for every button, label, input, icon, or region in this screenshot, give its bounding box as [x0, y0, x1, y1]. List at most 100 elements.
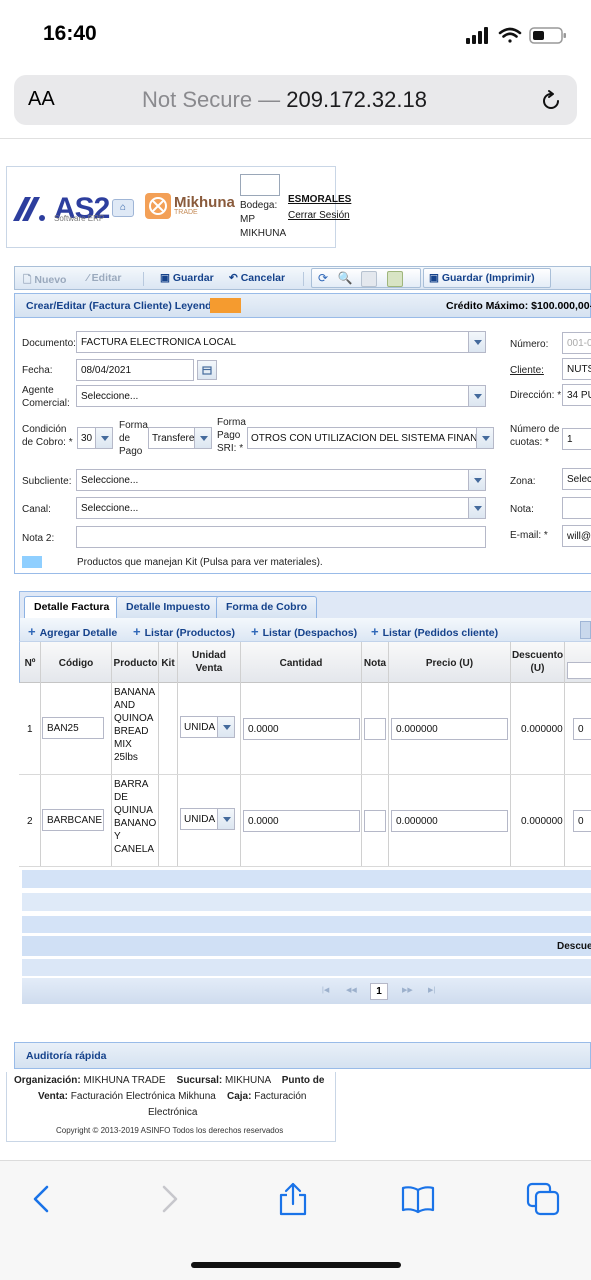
precio-input[interactable]: 0.000000 — [391, 810, 508, 832]
condicion-dropdown-icon[interactable] — [96, 427, 113, 449]
documento-select[interactable]: FACTURA ELECTRONICA LOCAL — [76, 331, 469, 353]
guardar-button[interactable]: ▣ Guardar — [160, 272, 214, 284]
nota-cell-input[interactable] — [364, 810, 386, 832]
bookmarks-icon[interactable] — [401, 1182, 435, 1216]
agente-dropdown-icon[interactable] — [469, 385, 486, 407]
zona-select[interactable]: Selec — [562, 468, 591, 490]
cantidad-input[interactable]: 0.0000 — [243, 810, 360, 832]
divider — [158, 642, 159, 866]
producto-line: BANANA — [114, 687, 156, 698]
nota2-input[interactable] — [76, 526, 486, 548]
reader-settings-button[interactable]: AA — [28, 88, 55, 111]
reload-icon[interactable] — [538, 88, 564, 114]
fecha-label: Fecha: — [22, 365, 53, 376]
credit-limit: Crédito Máximo: $100.000,00- C — [446, 300, 591, 312]
col-n: Nº — [24, 658, 36, 669]
tab-detalle-factura[interactable]: Detalle Factura — [24, 596, 120, 619]
tab-detalle-impuesto[interactable]: Detalle Impuesto — [116, 596, 221, 618]
nuevo-button[interactable]: 🗋 Nuevo — [23, 272, 66, 290]
summary-row — [22, 870, 591, 888]
forward-icon[interactable] — [151, 1182, 185, 1216]
divider — [0, 138, 591, 139]
col-precio: Precio (U) — [425, 658, 474, 669]
nota-cell-input[interactable] — [364, 718, 386, 740]
as2-logo-icon — [13, 197, 45, 221]
editar-button[interactable]: ⁄ Editar — [87, 272, 121, 284]
listar-pedidos-button[interactable]: + Listar (Pedidos cliente) — [371, 624, 498, 639]
forma-sri-dropdown-icon[interactable] — [477, 427, 494, 449]
home-button[interactable]: ⌂ — [112, 199, 134, 217]
caja-value-2: Electrónica — [148, 1107, 198, 1118]
condicion-select[interactable]: 30 — [77, 427, 96, 449]
wifi-icon — [498, 27, 522, 43]
share-icon[interactable] — [276, 1182, 310, 1216]
extra-input[interactable]: 0 — [573, 810, 591, 832]
descuento-cell: 0.000000 — [521, 724, 563, 735]
page-number-input[interactable]: 1 — [370, 983, 388, 1000]
cuotas-label-1: Número de — [510, 424, 560, 435]
first-page-icon[interactable]: |◀ — [322, 986, 329, 994]
document-icon[interactable] — [361, 271, 377, 287]
unidad-select[interactable]: UNIDA — [180, 808, 218, 830]
canal-select[interactable]: Seleccione... — [76, 497, 469, 519]
agregar-detalle-button[interactable]: + Agregar Detalle — [28, 624, 117, 639]
forma-sri-select[interactable]: OTROS CON UTILIZACION DEL SISTEMA FINANC — [247, 427, 477, 449]
listar-despachos-button[interactable]: + Listar (Despachos) — [251, 624, 357, 639]
email-input[interactable]: will@ — [562, 525, 591, 547]
home-indicator[interactable] — [191, 1262, 401, 1268]
listar-productos-button[interactable]: + Listar (Productos) — [133, 624, 235, 639]
row-n: 2 — [27, 816, 33, 827]
tools-icon[interactable] — [387, 271, 403, 287]
refresh-icon[interactable]: ⟳ — [315, 271, 331, 287]
codigo-input[interactable]: BAN25 — [42, 717, 104, 739]
condicion-label: Condición de Cobro: * — [22, 423, 73, 449]
caja-value-1: Facturación — [254, 1091, 307, 1102]
cantidad-input[interactable]: 0.0000 — [243, 718, 360, 740]
cuotas-input[interactable]: 1 — [562, 428, 591, 450]
nota-input[interactable] — [562, 497, 591, 519]
codigo-input[interactable]: BARBCANE — [42, 809, 104, 831]
precio-input[interactable]: 0.000000 — [391, 718, 508, 740]
signal-icon — [466, 27, 488, 44]
grid-toolbar-overflow-button[interactable] — [580, 621, 591, 639]
producto-line: CANELA — [114, 844, 155, 855]
forma-pago-select[interactable]: Transfere — [148, 427, 195, 449]
numero-input[interactable]: 001-0 — [562, 332, 591, 354]
search-icon[interactable]: 🔍 — [337, 271, 353, 287]
bodega-value-1: MP — [240, 214, 255, 225]
extra-input[interactable]: 0 — [573, 718, 591, 740]
divider — [111, 642, 112, 866]
forma-pago-dropdown-icon[interactable] — [195, 427, 212, 449]
canal-dropdown-icon[interactable] — [469, 497, 486, 519]
org-label: Organización: — [14, 1075, 81, 1086]
subcliente-dropdown-icon[interactable] — [469, 469, 486, 491]
unidad-select[interactable]: UNIDA — [180, 716, 218, 738]
guardar-imprimir-button[interactable]: ▣ Guardar (Imprimir) — [429, 272, 535, 284]
url-display[interactable]: Not Secure — 209.172.32.18 — [142, 87, 427, 113]
prev-page-icon[interactable]: ◀◀ — [346, 986, 357, 994]
subcliente-select[interactable]: Seleccione... — [76, 469, 469, 491]
documento-dropdown-icon[interactable] — [469, 331, 486, 353]
col-unidad-1: Unidad — [192, 650, 226, 661]
fecha-input[interactable]: 08/04/2021 — [76, 359, 194, 381]
col-extra-filter[interactable] — [567, 662, 591, 679]
cancelar-button[interactable]: ↶ Cancelar — [229, 272, 285, 284]
cliente-input[interactable]: NUTS — [562, 358, 591, 380]
tab-forma-cobro[interactable]: Forma de Cobro — [216, 596, 318, 618]
direccion-input[interactable]: 34 PU — [562, 384, 591, 406]
cliente-link[interactable]: Cliente: — [510, 364, 544, 377]
tabs-icon[interactable] — [526, 1182, 560, 1216]
unidad-dropdown-icon[interactable] — [218, 808, 235, 830]
logout-link[interactable]: Cerrar Sesión — [288, 210, 350, 221]
unidad-dropdown-icon[interactable] — [218, 716, 235, 738]
user-link[interactable]: ESMORALES — [288, 194, 351, 205]
calendar-icon[interactable] — [197, 360, 217, 380]
last-page-icon[interactable]: ▶| — [428, 986, 435, 994]
next-page-icon[interactable]: ▶▶ — [402, 986, 413, 994]
agente-label-2: Comercial: — [22, 398, 70, 409]
divider — [40, 642, 41, 866]
bodega-info: Bodega: MP MIKHUNA — [240, 199, 286, 241]
punto-label-2: Venta: — [38, 1091, 69, 1102]
back-icon[interactable] — [26, 1182, 60, 1216]
agente-select[interactable]: Seleccione... — [76, 385, 469, 407]
